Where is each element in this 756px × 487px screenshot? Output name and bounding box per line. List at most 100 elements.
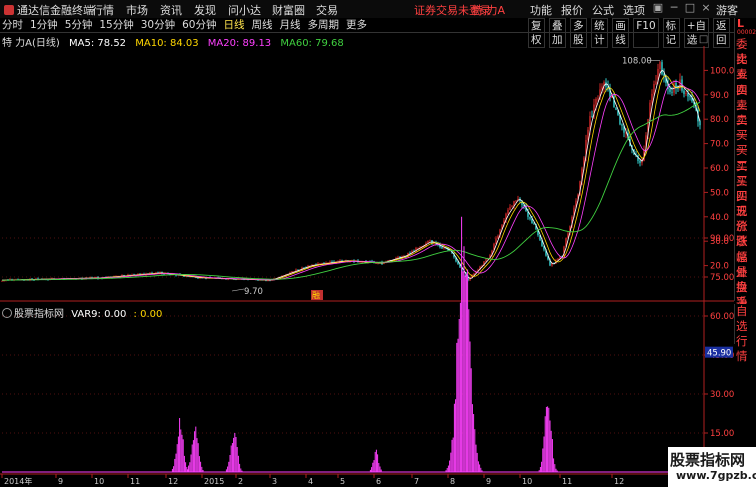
candle-body	[427, 240, 429, 244]
candle-body	[639, 160, 641, 163]
candle-body	[677, 88, 679, 90]
time-tick-label: 7	[414, 477, 419, 486]
var9-value: : 0.00	[133, 309, 163, 320]
side-quote-item: 现价	[736, 204, 748, 234]
candle-body	[687, 93, 689, 97]
current-value-label: 45.90	[707, 349, 731, 359]
time-tick-label: 3	[272, 477, 277, 486]
indicator-tick-label: 30.00	[710, 390, 734, 400]
side-quotes[interactable]: 行情	[735, 334, 756, 364]
side-quote-item: 卖二	[736, 97, 748, 127]
side-quote-items: 委比卖五卖四卖三卖二卖一买一买二买三买四买五现价涨跌涨幅总量外盘换手净资收益	[735, 37, 756, 340]
candle-body	[495, 238, 497, 244]
candle-body	[659, 62, 661, 69]
indicator-tick-label: 15.00	[710, 429, 734, 439]
candle-body	[359, 262, 361, 263]
candle-body	[533, 223, 535, 225]
side-quote-item: 买三	[736, 158, 748, 188]
time-tick-label: 9	[486, 477, 491, 486]
time-tick-label: 6	[376, 477, 381, 486]
margin-marker-label: 融	[312, 290, 320, 300]
candle-body	[669, 88, 671, 92]
time-tick-label: 4	[308, 477, 313, 486]
indicator-tick-label: 75.00	[710, 273, 734, 283]
candle-body	[485, 259, 487, 262]
candle-body	[587, 129, 589, 141]
candle-body	[689, 96, 691, 98]
candle-body	[329, 261, 331, 263]
side-quote-item: 涨幅	[736, 234, 748, 264]
side-panel-bottom: 自选 行情	[734, 304, 756, 363]
candle-body	[507, 209, 509, 214]
side-panel-label: L	[737, 17, 745, 30]
candle-body	[595, 98, 597, 105]
ma10-line	[1, 75, 701, 281]
time-tick-label: 5	[340, 477, 345, 486]
time-tick-label: 8	[450, 477, 455, 486]
side-quote-item: 买五	[736, 188, 748, 219]
time-tick-label: 2015	[204, 477, 224, 486]
ma5-line	[1, 69, 701, 281]
time-tick-label: 2	[238, 477, 243, 486]
candle-body	[597, 98, 599, 100]
side-quote-item: 总量	[736, 249, 748, 279]
time-tick-label: 11	[562, 477, 572, 486]
candle-body	[651, 93, 653, 103]
price-tick-label: 100.0	[710, 66, 734, 76]
candle-body	[615, 107, 617, 110]
price-tick-label: 40.0	[710, 213, 729, 223]
watermark-title: 股票指标网	[670, 451, 746, 469]
candle-body	[429, 240, 431, 241]
candle-body	[661, 62, 663, 75]
side-quote-item: 卖三	[736, 82, 748, 112]
ma60-line	[1, 101, 701, 281]
side-quote-item: 卖五	[736, 52, 748, 82]
indicator-settings-icon[interactable]	[2, 308, 12, 318]
time-tick-label: 12	[168, 477, 178, 486]
price-tick-label: 80.0	[710, 115, 729, 125]
candle-body	[529, 216, 531, 219]
candle-body	[515, 200, 517, 202]
candle-body	[509, 207, 511, 210]
side-quote-item: 买四	[736, 173, 748, 203]
price-tick-label: 70.0	[710, 140, 729, 150]
time-tick-label: 10	[522, 477, 532, 486]
price-tick-label: 60.0	[710, 164, 729, 174]
high-label: 108.00	[622, 57, 652, 67]
candle-body	[685, 93, 687, 95]
side-quote-item: 卖一	[736, 112, 748, 143]
quote-side-panel: L 000025 委比卖五卖四卖三卖二卖一买一买二买三买四买五现价涨跌涨幅总量外…	[734, 17, 756, 340]
side-quote-item: 卖四	[736, 67, 748, 97]
candle-body	[397, 256, 399, 259]
indicator-name: 股票指标网	[14, 309, 64, 320]
time-tick-label: 10	[94, 477, 104, 486]
side-quote-item: 外盘	[736, 264, 748, 295]
low-pointer	[231, 288, 245, 292]
candle-body	[653, 84, 655, 94]
stock-chart[interactable]: 100.090.080.070.060.050.040.030.020.090.…	[0, 0, 734, 487]
low-label: 9.70	[244, 287, 263, 297]
price-tick-label: 90.0	[710, 91, 729, 101]
side-quote-item: 换手	[736, 280, 748, 310]
side-watchlist[interactable]: 自选	[735, 304, 756, 334]
price-tick-label: 20.0	[710, 262, 729, 272]
candle-body	[1, 280, 3, 282]
side-quote-item: 买一	[736, 128, 748, 158]
time-tick-label: 9	[58, 477, 63, 486]
side-quote-item: 买二	[736, 143, 748, 173]
candle-body	[197, 277, 199, 279]
candle-body	[663, 74, 665, 76]
time-tick-label: 2014年	[4, 476, 32, 486]
watermark: 股票指标网 www.7gpzb.com	[668, 447, 756, 487]
candle-body	[655, 81, 657, 85]
indicator-header: 股票指标网 VAR9: 0.00 : 0.00	[2, 305, 162, 320]
price-tick-label: 50.0	[710, 188, 729, 198]
time-tick-label: 11	[130, 477, 140, 486]
candle-body	[683, 90, 685, 94]
side-quote-item: 涨跌	[736, 219, 748, 249]
candle-body	[621, 124, 623, 126]
indicator-tick-label: 90.00	[710, 234, 734, 244]
time-tick-label: 12	[614, 477, 624, 486]
candle-body	[699, 121, 701, 126]
candle-body	[375, 263, 377, 264]
